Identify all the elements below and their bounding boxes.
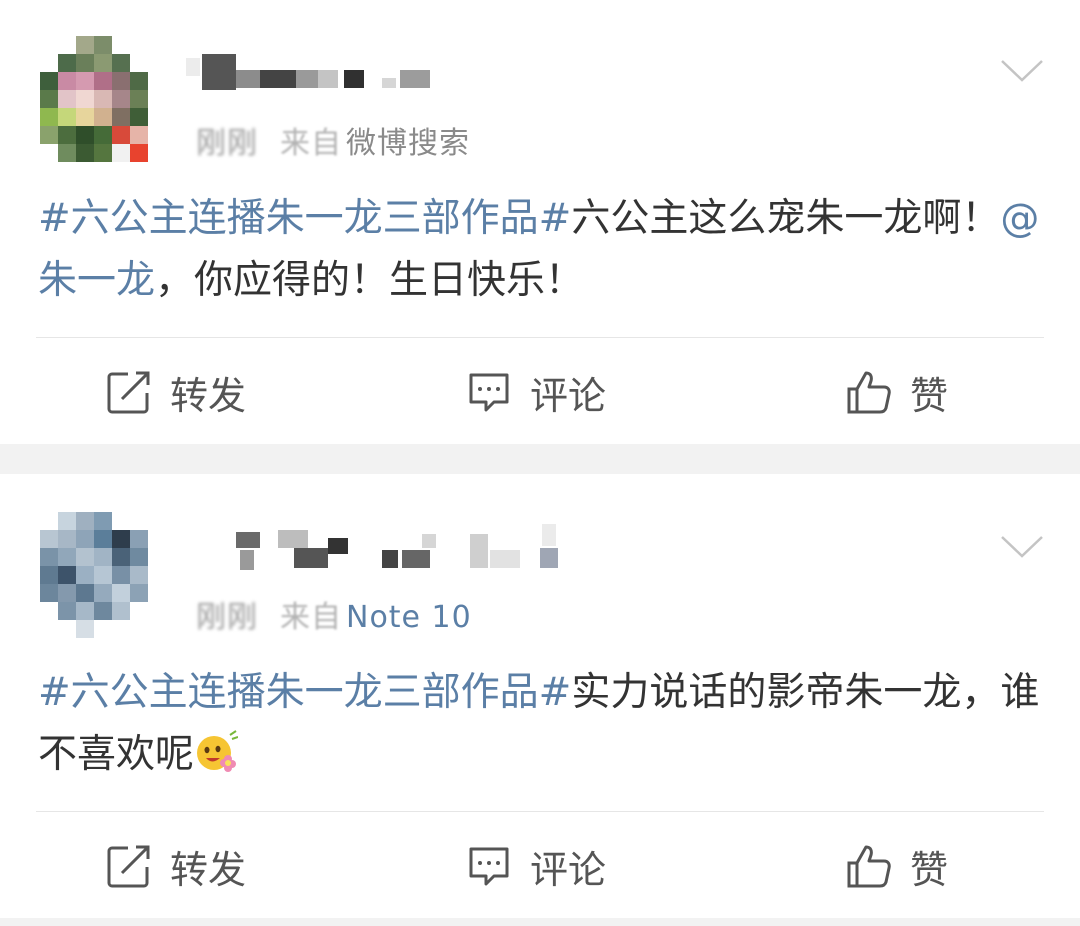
divider bbox=[36, 337, 1044, 338]
hashtag-link[interactable]: #六公主连播朱一龙三部作品# bbox=[38, 670, 571, 715]
post-source[interactable]: Note 10 bbox=[346, 600, 472, 635]
source-prefix: 来自 bbox=[280, 126, 342, 161]
repost-button[interactable]: 转发 bbox=[106, 816, 246, 916]
source-prefix: 来自 bbox=[280, 600, 342, 635]
post-time: 刚刚 bbox=[196, 126, 258, 161]
weibo-post-card: 刚刚 来自 微博搜索 #六公主连播朱一龙三部作品#六公主这么宠朱一龙啊！@朱一龙，你… bbox=[0, 0, 1080, 444]
avatar[interactable] bbox=[40, 36, 152, 162]
comment-button[interactable]: 评论 bbox=[466, 816, 606, 916]
comment-label: 评论 bbox=[530, 847, 607, 892]
like-button[interactable]: 赞 bbox=[846, 816, 948, 916]
like-label: 赞 bbox=[910, 847, 949, 892]
avatar[interactable] bbox=[40, 512, 152, 638]
like-icon bbox=[847, 371, 891, 414]
action-bar: 转发 评论 赞 bbox=[0, 342, 1080, 442]
post-source: 微博搜索 bbox=[346, 126, 470, 161]
post-time: 刚刚 bbox=[196, 600, 258, 635]
flower-smile-emoji-icon bbox=[197, 730, 239, 772]
comment-icon bbox=[469, 847, 509, 886]
like-icon bbox=[847, 845, 891, 888]
comment-button[interactable]: 评论 bbox=[466, 342, 606, 442]
post-meta: 刚刚 来自 Note 10 bbox=[196, 592, 472, 636]
weibo-post-card: 刚刚 来自 Note 10 #六公主连播朱一龙三部作品#实力说话的影帝朱一龙，谁不喜… bbox=[0, 474, 1080, 918]
post-text: #六公主连播朱一龙三部作品#实力说话的影帝朱一龙，谁不喜欢呢 bbox=[38, 662, 1048, 786]
post-text-part: 六公主这么宠朱一龙啊！ bbox=[571, 196, 1001, 241]
repost-button[interactable]: 转发 bbox=[106, 342, 246, 442]
hashtag-link[interactable]: #六公主连播朱一龙三部作品# bbox=[38, 196, 571, 241]
like-label: 赞 bbox=[910, 373, 949, 418]
comment-label: 评论 bbox=[530, 373, 607, 418]
post-text: #六公主连播朱一龙三部作品#六公主这么宠朱一龙啊！@朱一龙，你应得的！生日快乐！ bbox=[38, 188, 1048, 312]
divider bbox=[36, 811, 1044, 812]
post-meta: 刚刚 来自 微博搜索 bbox=[196, 118, 470, 162]
like-button[interactable]: 赞 bbox=[846, 342, 948, 442]
chevron-down-icon[interactable] bbox=[1000, 534, 1044, 560]
post-text-part: ，你应得的！生日快乐！ bbox=[155, 258, 585, 303]
comment-icon bbox=[469, 373, 509, 412]
repost-label: 转发 bbox=[170, 847, 247, 892]
user-name[interactable] bbox=[186, 524, 586, 574]
chevron-down-icon[interactable] bbox=[1000, 58, 1044, 84]
action-bar: 转发 评论 赞 bbox=[0, 816, 1080, 916]
repost-label: 转发 bbox=[170, 373, 247, 418]
repost-icon bbox=[107, 845, 150, 888]
repost-icon bbox=[107, 371, 150, 414]
user-name[interactable] bbox=[186, 48, 586, 98]
